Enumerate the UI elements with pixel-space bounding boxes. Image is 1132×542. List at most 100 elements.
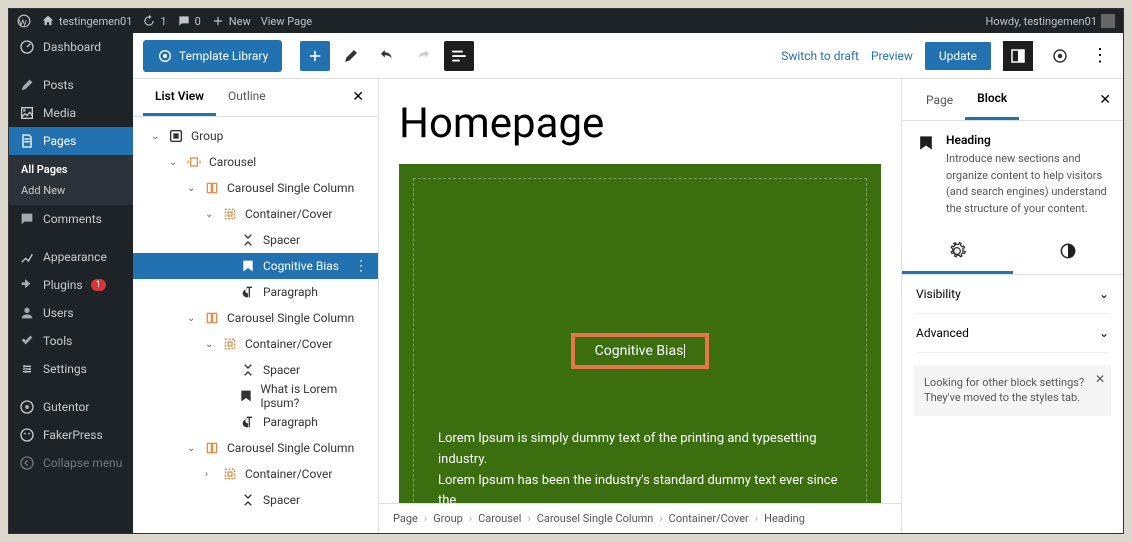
tree-node-cover[interactable]: ›Container/Cover: [133, 461, 378, 487]
heading-icon: [239, 257, 257, 275]
howdy-link[interactable]: Howdy, testingemen01: [986, 14, 1116, 28]
list-view-toggle[interactable]: [444, 41, 474, 71]
site-name: testingemen01: [59, 15, 132, 28]
block-inspector: Page Block ✕ Heading Introduce new secti…: [901, 79, 1123, 533]
avatar: [1101, 14, 1115, 28]
new-link[interactable]: New: [211, 14, 251, 28]
sidebar-item-settings[interactable]: Settings: [9, 355, 133, 383]
view-page-link[interactable]: View Page: [261, 15, 312, 28]
tree-node-cover[interactable]: ⌄Container/Cover: [133, 331, 378, 357]
redo-button[interactable]: [408, 41, 438, 71]
advanced-section[interactable]: Advanced⌄: [916, 314, 1109, 353]
view-toggle-button[interactable]: [1003, 41, 1033, 71]
tree-node-carousel[interactable]: ⌄Carousel: [133, 149, 378, 175]
gutentor-icon-button[interactable]: [1045, 41, 1075, 71]
tree-node-spacer[interactable]: Spacer: [133, 357, 378, 383]
tree-node-single-column[interactable]: ⌄Carousel Single Column: [133, 175, 378, 201]
close-inspector-button[interactable]: ✕: [1099, 92, 1111, 108]
tree-node-group[interactable]: ⌄Group: [133, 123, 378, 149]
submenu-add-new[interactable]: Add New: [9, 180, 133, 201]
cover-icon: [221, 465, 239, 483]
editor-canvas: Homepage Cognitive Bias Lorem Ipsum is s…: [379, 79, 901, 533]
tree-node-spacer[interactable]: Spacer: [133, 227, 378, 253]
refresh-link[interactable]: 1: [142, 14, 166, 28]
admin-sidebar: Dashboard Posts Media Pages All Pages Ad…: [9, 33, 133, 533]
selected-heading-block[interactable]: Cognitive Bias: [571, 333, 710, 369]
settings-tab[interactable]: [902, 231, 1013, 274]
sidebar-item-pages[interactable]: Pages: [9, 127, 133, 155]
dismiss-tip-button[interactable]: ✕: [1095, 371, 1105, 388]
breadcrumb-item[interactable]: Carousel: [478, 512, 521, 525]
add-block-button[interactable]: [300, 41, 330, 71]
tree-node-paragraph[interactable]: Paragraph: [133, 279, 378, 305]
paragraph-block[interactable]: Lorem Ipsum is simply dummy text of the …: [438, 429, 842, 503]
close-list-panel-button[interactable]: ✕: [348, 79, 368, 116]
tree-node-single-column[interactable]: ⌄Carousel Single Column: [133, 435, 378, 461]
heading-icon: [238, 387, 254, 405]
sidebar-item-media[interactable]: Media: [9, 99, 133, 127]
sidebar-item-gutentor[interactable]: Gutentor: [9, 393, 133, 421]
group-icon: [167, 127, 185, 145]
sidebar-item-plugins[interactable]: Plugins1: [9, 271, 133, 299]
breadcrumb-item[interactable]: Container/Cover: [669, 512, 749, 525]
tree-node-spacer[interactable]: Spacer: [133, 487, 378, 513]
inspector-tab-page[interactable]: Page: [914, 81, 965, 119]
template-library-button[interactable]: Template Library: [143, 40, 282, 72]
tree-node-single-column[interactable]: ⌄Carousel Single Column: [133, 305, 378, 331]
admin-bar: testingemen01 1 0 New View Page Howdy, t…: [9, 9, 1123, 33]
tree-node-cover[interactable]: ⌄Container/Cover: [133, 201, 378, 227]
preview-link[interactable]: Preview: [871, 49, 913, 63]
styles-tip: Looking for other block settings? They'v…: [914, 365, 1111, 416]
cover-block[interactable]: Cognitive Bias Lorem Ipsum is simply dum…: [399, 164, 881, 503]
carousel-icon: [185, 153, 203, 171]
page-title[interactable]: Homepage: [399, 99, 881, 148]
sidebar-item-fakerpress[interactable]: FakerPress: [9, 421, 133, 449]
heading-block-icon: [916, 133, 936, 153]
node-options-button[interactable]: ⋮: [354, 258, 368, 274]
undo-button[interactable]: [372, 41, 402, 71]
tree-node-heading-selected[interactable]: Cognitive Bias⋮: [133, 253, 378, 279]
breadcrumb-item[interactable]: Group: [433, 512, 463, 525]
paragraph-icon: [239, 413, 257, 431]
comments-link[interactable]: 0: [177, 14, 201, 28]
text-cursor: [684, 344, 685, 358]
wp-logo-icon[interactable]: [17, 14, 31, 28]
more-menu-button[interactable]: ⋮: [1087, 45, 1113, 66]
block-breadcrumb: Page› Group› Carousel› Carousel Single C…: [379, 503, 901, 533]
chevron-down-icon: ⌄: [1099, 287, 1109, 301]
sidebar-item-comments[interactable]: Comments: [9, 205, 133, 233]
site-link[interactable]: testingemen01: [41, 14, 132, 28]
column-icon: [203, 439, 221, 457]
inspector-tab-block[interactable]: Block: [965, 79, 1019, 120]
spacer-icon: [239, 361, 257, 379]
plugins-badge: 1: [91, 279, 106, 291]
block-description: Introduce new sections and organize cont…: [946, 151, 1109, 217]
sidebar-item-users[interactable]: Users: [9, 299, 133, 327]
spacer-icon: [239, 231, 257, 249]
update-button[interactable]: Update: [925, 42, 991, 70]
breadcrumb-item[interactable]: Carousel Single Column: [537, 512, 654, 525]
list-view-panel: List View Outline ✕ ⌄Group ⌄Carousel ⌄Ca…: [133, 79, 379, 533]
submenu-all-pages[interactable]: All Pages: [9, 159, 133, 180]
column-icon: [203, 309, 221, 327]
paragraph-icon: [239, 283, 257, 301]
tab-list-view[interactable]: List View: [143, 79, 216, 116]
sidebar-item-appearance[interactable]: Appearance: [9, 243, 133, 271]
tree-node-paragraph[interactable]: Paragraph: [133, 409, 378, 435]
tab-outline[interactable]: Outline: [216, 79, 278, 116]
sidebar-item-posts[interactable]: Posts: [9, 71, 133, 99]
column-icon: [203, 179, 221, 197]
editor-toolbar: Template Library Switch to draft Preview…: [133, 33, 1123, 79]
sidebar-collapse[interactable]: Collapse menu: [9, 449, 133, 477]
edit-button[interactable]: [336, 41, 366, 71]
visibility-section[interactable]: Visibility⌄: [916, 275, 1109, 314]
breadcrumb-item[interactable]: Page: [393, 512, 418, 525]
cover-icon: [221, 205, 239, 223]
switch-to-draft-link[interactable]: Switch to draft: [781, 49, 859, 63]
sidebar-item-dashboard[interactable]: Dashboard: [9, 33, 133, 61]
tree-node-heading[interactable]: What is Lorem Ipsum?: [133, 383, 378, 409]
chevron-down-icon: ⌄: [1099, 326, 1109, 340]
styles-tab[interactable]: [1013, 231, 1124, 274]
sidebar-item-tools[interactable]: Tools: [9, 327, 133, 355]
breadcrumb-item[interactable]: Heading: [764, 512, 805, 525]
